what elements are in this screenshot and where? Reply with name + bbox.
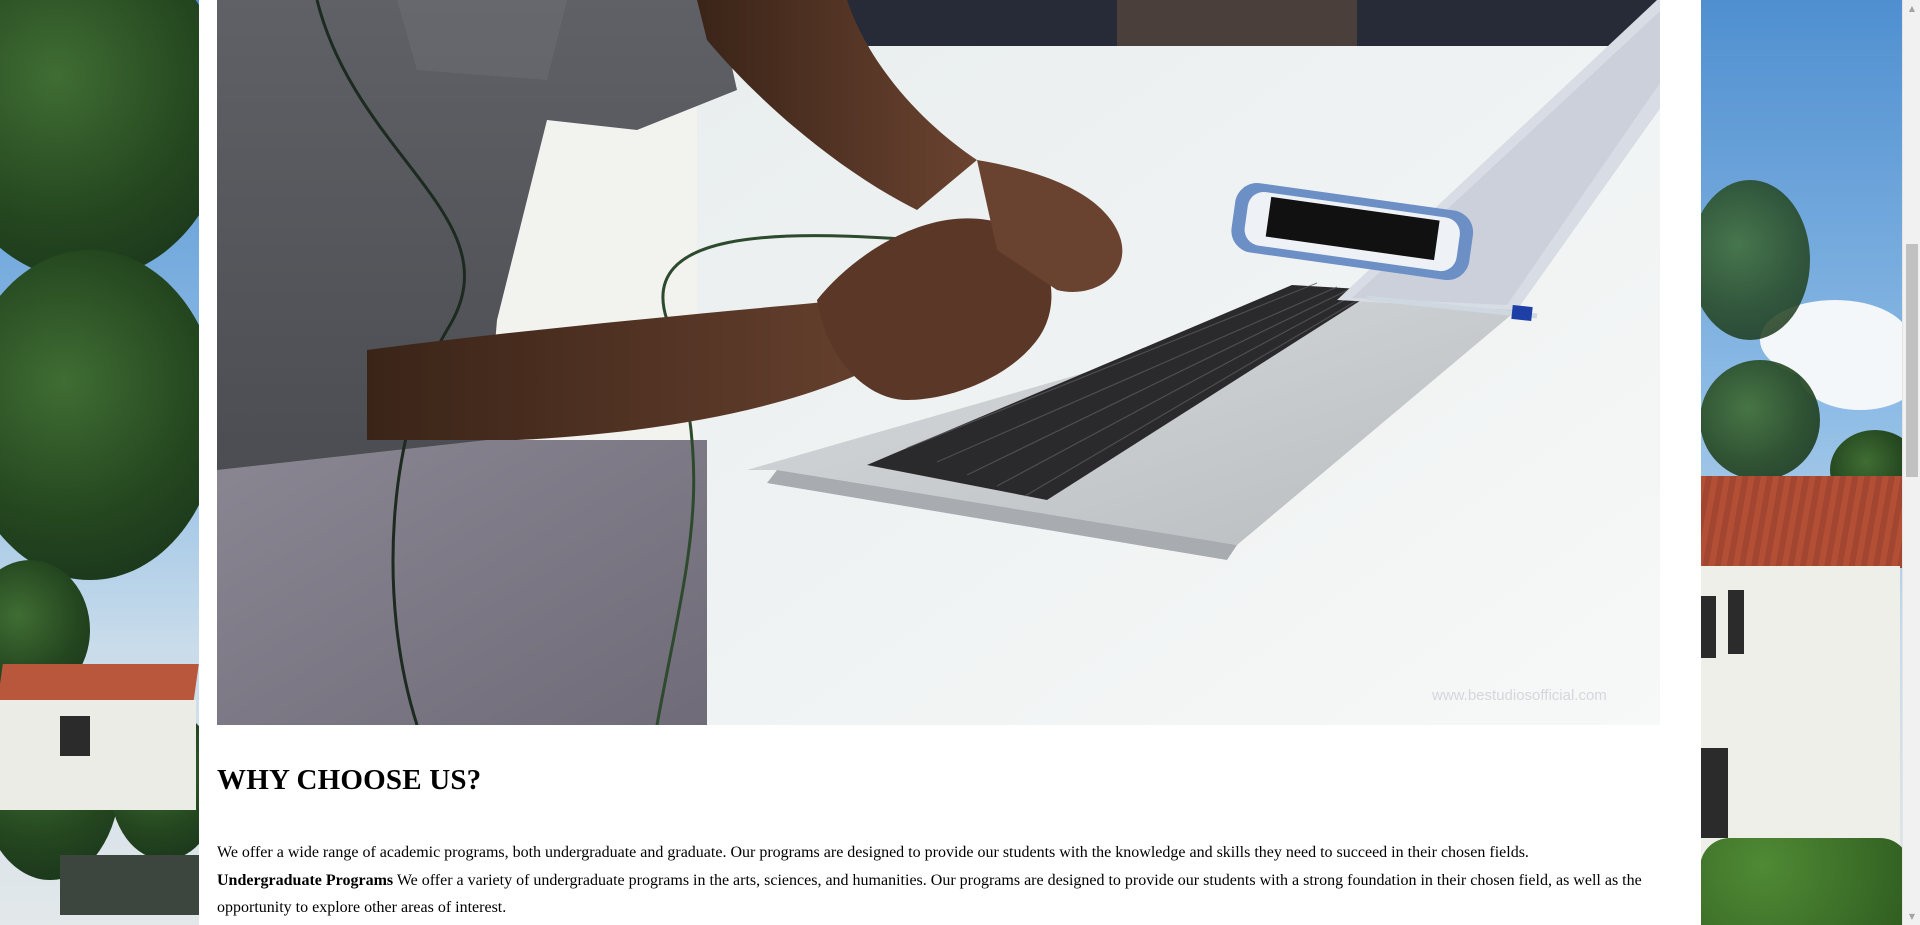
bench <box>60 855 200 915</box>
undergraduate-programs-label: Undergraduate Programs <box>217 871 394 889</box>
main-content: www.bestudiosofficial.com WHY CHOOSE US?… <box>199 0 1701 925</box>
scroll-up-arrow-icon[interactable]: ▲ <box>1903 0 1920 17</box>
building-roof <box>0 664 199 704</box>
intro-text: We offer a wide range of academic progra… <box>217 844 1529 861</box>
building-door <box>1700 748 1728 838</box>
building-roof <box>1700 476 1910 568</box>
why-choose-us-text: We offer a wide range of academic progra… <box>217 839 1699 922</box>
hero-image: www.bestudiosofficial.com <box>217 0 1660 725</box>
why-choose-us-heading: WHY CHOOSE US? <box>217 764 482 796</box>
tree-canopy <box>1690 180 1810 340</box>
laptop-photo: www.bestudiosofficial.com <box>217 0 1660 725</box>
tree-canopy <box>1700 360 1820 480</box>
scrollbar-thumb[interactable] <box>1906 244 1918 477</box>
undergraduate-programs-text: We offer a variety of undergraduate prog… <box>217 871 1642 917</box>
vertical-scrollbar[interactable]: ▲ ▼ <box>1902 0 1920 925</box>
building-wall <box>0 700 196 810</box>
hero-watermark: www.bestudiosofficial.com <box>1431 687 1607 704</box>
building-window <box>1728 590 1744 654</box>
hedge <box>1700 838 1910 925</box>
building-window <box>1700 596 1716 658</box>
scroll-down-arrow-icon[interactable]: ▼ <box>1903 908 1920 925</box>
building-window <box>60 716 90 756</box>
